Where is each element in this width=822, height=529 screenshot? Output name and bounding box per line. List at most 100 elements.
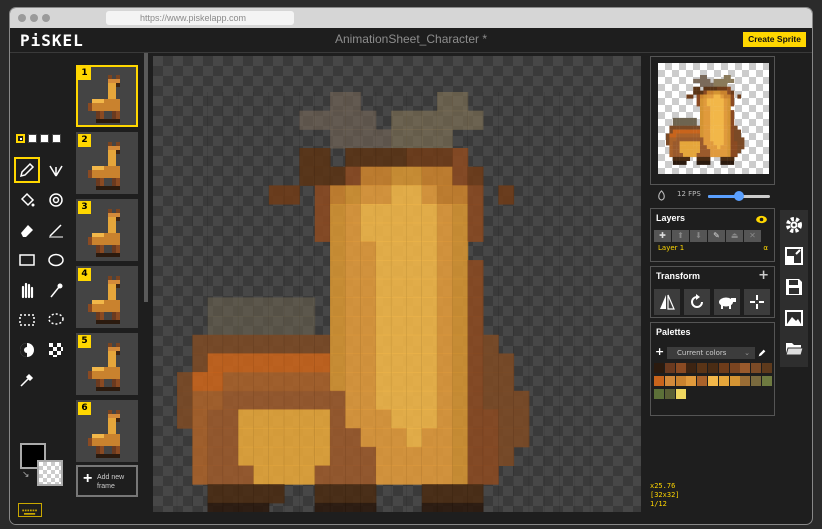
add-new-frame-button[interactable]: + Add new frame [76, 465, 138, 497]
transform-actions [654, 289, 770, 315]
animation-preview[interactable] [650, 56, 775, 185]
palettes-panel: Palettes + Current colors ⌄ [650, 322, 775, 416]
maximize-window-button[interactable] [42, 14, 50, 22]
align-center-button[interactable] [744, 289, 770, 315]
palette-swatch[interactable] [654, 363, 664, 373]
palette-swatch[interactable] [751, 376, 762, 386]
save-button[interactable] [780, 272, 808, 302]
pen-size-1[interactable] [16, 134, 25, 143]
swap-colors-icon[interactable]: ↘ [22, 470, 32, 480]
pen-tool[interactable] [14, 157, 40, 183]
address-bar[interactable]: https://www.piskelapp.com [106, 11, 294, 25]
palette-swatch[interactable] [686, 376, 697, 386]
palette-swatch[interactable] [664, 376, 675, 386]
palette-select[interactable]: Current colors ⌄ [667, 347, 755, 359]
palette-swatch[interactable] [740, 363, 751, 373]
color-picker-tool[interactable] [14, 367, 40, 393]
frame-thumbnail[interactable]: 2 [76, 132, 138, 194]
dithering-icon [49, 343, 63, 357]
frame-thumbnail[interactable]: 4 [76, 266, 138, 328]
frames-scrollbar[interactable] [144, 53, 148, 302]
flip-button[interactable] [654, 289, 680, 315]
pen-size-3[interactable] [40, 134, 49, 143]
rectangle-selection-tool[interactable] [14, 307, 40, 333]
expand-transform-icon[interactable]: + [758, 268, 769, 283]
dithering-tool[interactable] [43, 337, 69, 363]
vertical-mirror-pen-tool[interactable] [43, 157, 69, 183]
palette-swatch[interactable] [762, 363, 772, 373]
frame-thumbnail[interactable]: 1 [76, 65, 138, 127]
close-window-button[interactable] [18, 14, 26, 22]
edit-layer-button[interactable]: ✎ [708, 230, 725, 242]
clone-button[interactable] [714, 289, 740, 315]
palette-swatch[interactable] [654, 389, 664, 399]
merge-layer-button[interactable]: ⏏ [726, 230, 743, 242]
sprite-canvas[interactable] [153, 56, 641, 512]
layer-opacity-button[interactable]: α [763, 244, 768, 252]
layer-actions: ✚ ⬆ ⬇ ✎ ⏏ ✕ [654, 230, 761, 242]
palette-swatch[interactable] [654, 376, 664, 386]
palette-swatch[interactable] [675, 389, 686, 399]
palette-swatch[interactable] [664, 389, 675, 399]
document-title[interactable]: AnimationSheet_Character * [10, 32, 812, 46]
palette-swatch[interactable] [718, 376, 729, 386]
frame-thumbnail[interactable]: 5 [76, 333, 138, 395]
export-button[interactable] [780, 303, 808, 333]
shape-selection-tool[interactable] [43, 277, 69, 303]
toggle-layer-visibility-icon[interactable] [755, 215, 768, 224]
move-layer-down-button[interactable]: ⬇ [690, 230, 707, 242]
delete-layer-button[interactable]: ✕ [744, 230, 761, 242]
palette-swatch[interactable] [708, 363, 718, 373]
lighten-tool[interactable] [14, 337, 40, 363]
add-palette-icon[interactable]: + [655, 345, 664, 358]
drawing-canvas[interactable] [153, 56, 641, 512]
add-layer-button[interactable]: ✚ [654, 230, 671, 242]
lasso-selection-tool[interactable] [43, 307, 69, 333]
secondary-color-swatch[interactable] [37, 460, 63, 486]
import-button[interactable] [780, 334, 808, 364]
rotate-button[interactable] [684, 289, 710, 315]
rectangle-tool[interactable] [14, 247, 40, 273]
palette-swatch[interactable] [675, 363, 686, 373]
browser-window: https://www.piskelapp.com PiSKEL Animati… [10, 8, 812, 524]
frame-thumbnail[interactable]: 6 [76, 400, 138, 462]
palette-swatch[interactable] [697, 363, 708, 373]
stroke-icon [49, 224, 63, 238]
palette-swatch[interactable] [686, 363, 697, 373]
minimize-window-button[interactable] [30, 14, 38, 22]
export-image-icon [785, 310, 803, 326]
resize-button[interactable] [780, 241, 808, 271]
fps-slider[interactable] [708, 191, 770, 201]
onion-skin-icon[interactable] [656, 190, 667, 201]
keyboard-shortcuts-icon[interactable] [18, 503, 42, 517]
palette-swatch[interactable] [697, 376, 708, 386]
palette-swatch[interactable] [718, 363, 729, 373]
palette-swatch[interactable] [675, 376, 686, 386]
paint-bucket-tool[interactable] [14, 187, 40, 213]
frame-thumbnail[interactable]: 3 [76, 199, 138, 261]
resize-icon [785, 247, 803, 265]
palette-swatch[interactable] [729, 376, 740, 386]
open-folder-icon [785, 343, 804, 356]
move-layer-up-button[interactable]: ⬆ [672, 230, 689, 242]
eraser-tool[interactable] [14, 217, 40, 243]
fps-slider-handle[interactable] [734, 191, 744, 201]
magic-bucket-tool[interactable] [43, 187, 69, 213]
palette-swatch[interactable] [762, 376, 772, 386]
shape-selection-icon [50, 283, 63, 298]
palette-swatch[interactable] [708, 376, 718, 386]
align-center-icon [750, 295, 764, 309]
stroke-tool[interactable] [43, 217, 69, 243]
create-sprite-button[interactable]: Create Sprite [743, 32, 806, 47]
palette-swatch[interactable] [751, 363, 762, 373]
layer-item[interactable]: Layer 1 α [654, 244, 771, 255]
edit-palette-icon[interactable] [757, 348, 767, 358]
palette-swatch[interactable] [740, 376, 751, 386]
pen-size-2[interactable] [28, 134, 37, 143]
settings-button[interactable] [780, 210, 808, 240]
move-tool[interactable] [14, 277, 40, 303]
palette-swatch[interactable] [664, 363, 675, 373]
palette-swatch[interactable] [729, 363, 740, 373]
ellipse-tool[interactable] [43, 247, 69, 273]
pen-size-4[interactable] [52, 134, 61, 143]
